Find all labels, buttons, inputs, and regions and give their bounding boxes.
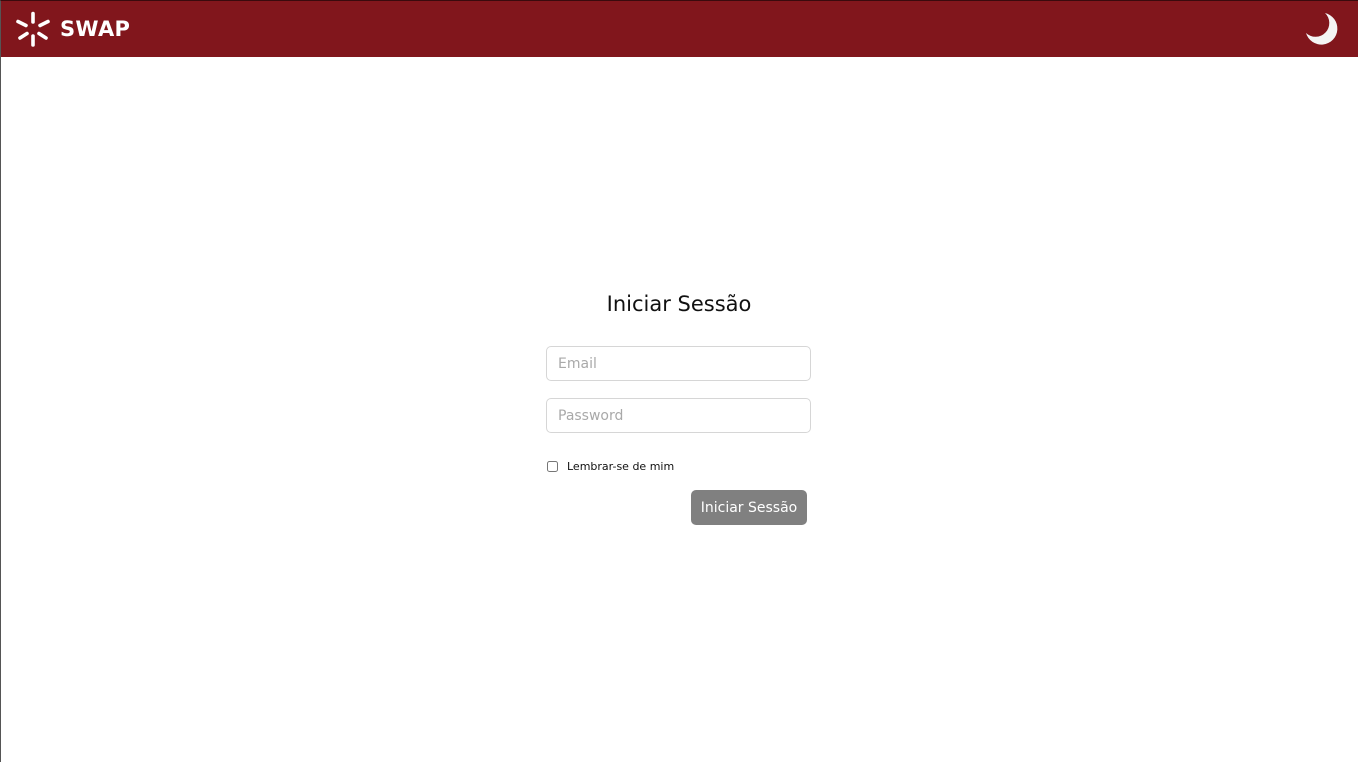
moon-icon — [1306, 13, 1338, 45]
login-form: Iniciar Sessão Lembrar-se de mim Iniciar… — [546, 286, 812, 525]
password-input[interactable] — [546, 398, 811, 433]
brand-logo[interactable]: SWAP — [15, 10, 130, 48]
login-title: Iniciar Sessão — [606, 292, 752, 316]
remember-me-checkbox[interactable] — [547, 460, 558, 472]
brand-name: SWAP — [60, 17, 131, 41]
email-input[interactable] — [546, 346, 811, 381]
remember-me-option[interactable]: Lembrar-se de mim — [547, 459, 674, 473]
theme-toggle-button[interactable] — [1302, 10, 1340, 48]
swap-logo-icon — [16, 11, 50, 47]
login-submit-button[interactable]: Iniciar Sessão — [691, 490, 807, 525]
top-navigation-bar: SWAP — [1, 1, 1358, 57]
remember-me-label: Lembrar-se de mim — [567, 459, 675, 473]
app-window: SWAP Iniciar Sessão Lembrar-se de mim In… — [0, 0, 1358, 762]
